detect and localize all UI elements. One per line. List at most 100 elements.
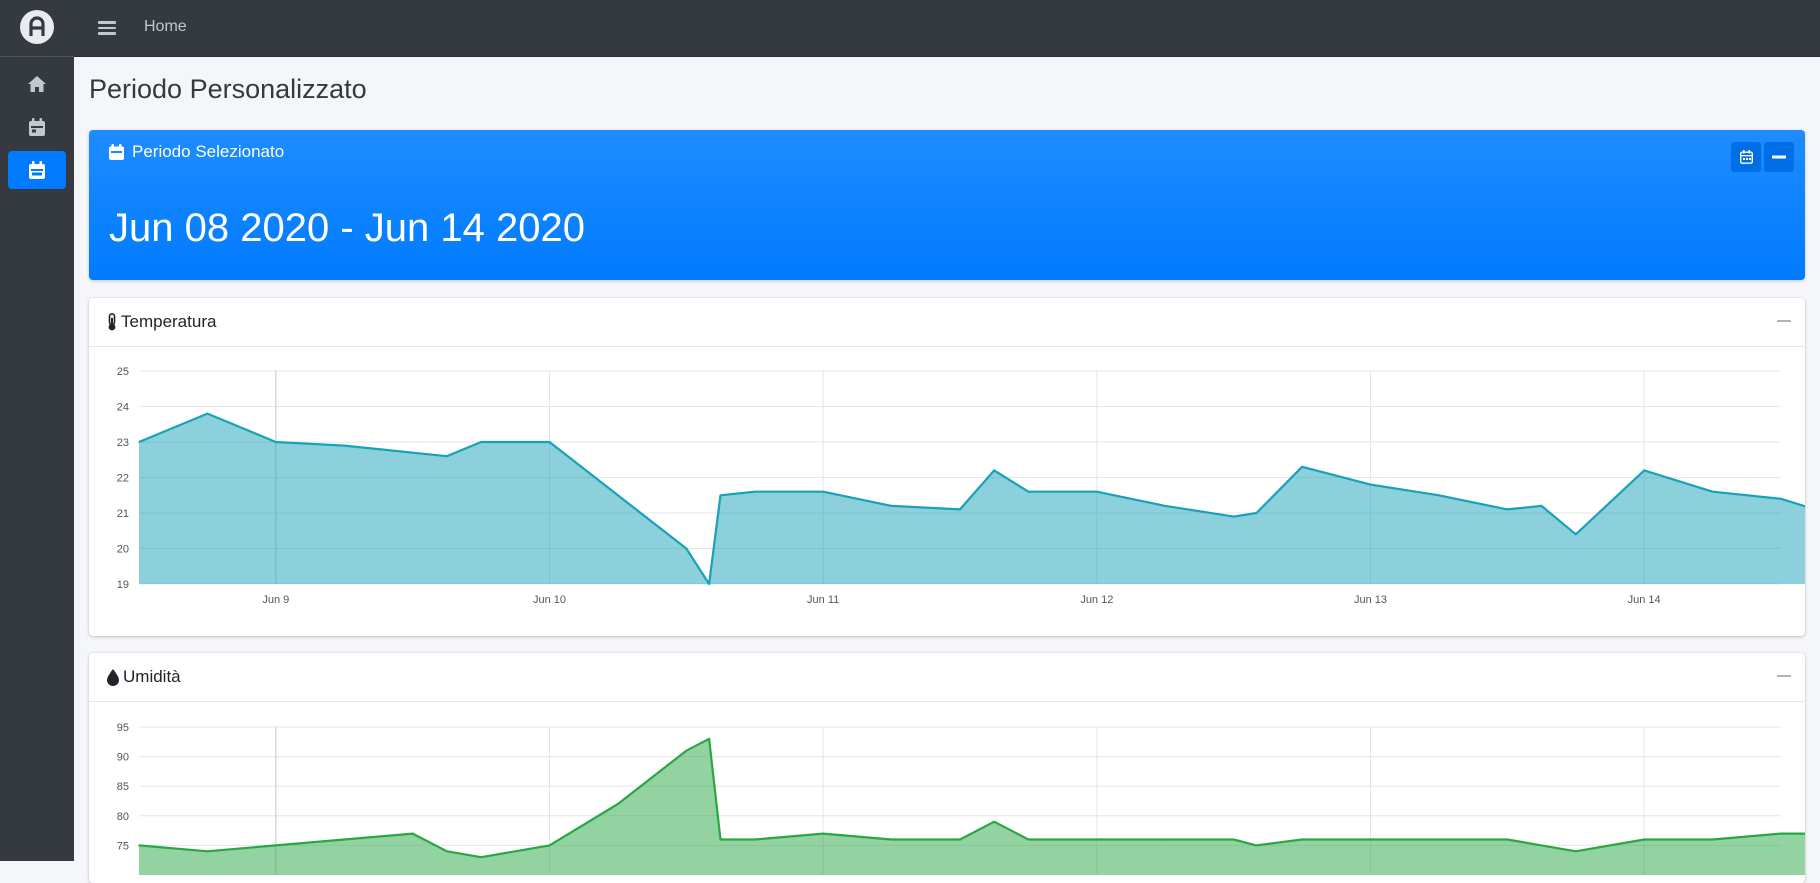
- home-icon: [28, 76, 46, 92]
- data-point: [1255, 512, 1258, 514]
- temperature-chart: 25 24 23 22 21 20 19 Jun 9 Jun 10 Jun 11 Jun 12 Jun…: [117, 366, 1805, 606]
- data-point: [411, 832, 414, 835]
- data-point: [1506, 838, 1509, 841]
- x-tick-label: Jun 11: [807, 594, 839, 606]
- x-tick-label: Jun 12: [1080, 594, 1113, 606]
- date-picker-button[interactable]: [1731, 142, 1761, 172]
- y-tick-label: 85: [117, 781, 129, 793]
- period-card-header: Periodo Selezionato: [109, 142, 284, 162]
- data-point: [1255, 844, 1258, 847]
- data-point: [1232, 838, 1235, 841]
- data-point: [719, 494, 722, 497]
- y-tick-label: 25: [117, 366, 129, 378]
- data-point: [548, 844, 551, 847]
- data-point: [275, 441, 277, 443]
- brand-logo-icon[interactable]: [20, 10, 54, 44]
- data-point: [822, 832, 824, 835]
- y-tick-label: 95: [117, 722, 129, 734]
- data-point: [206, 850, 209, 853]
- selected-period-value: Jun 08 2020 - Jun 14 2020: [109, 206, 585, 250]
- droplet-icon: [107, 668, 119, 686]
- top-navbar: Home: [74, 0, 1820, 57]
- data-point: [959, 838, 961, 841]
- data-point: [1540, 505, 1543, 507]
- data-point: [993, 469, 996, 472]
- data-point: [685, 547, 688, 550]
- data-point: [685, 749, 688, 752]
- data-point: [1780, 498, 1782, 500]
- data-point: [1096, 490, 1098, 493]
- data-point: [1369, 483, 1372, 486]
- data-point: [275, 844, 277, 847]
- data-point: [446, 850, 448, 853]
- home-link[interactable]: Home: [144, 18, 187, 36]
- series-area: [139, 738, 1805, 875]
- data-point: [514, 441, 517, 443]
- humidity-card-header: Umidità: [89, 653, 1805, 702]
- data-point: [1438, 494, 1440, 497]
- data-point: [1574, 850, 1577, 853]
- y-tick-label: 23: [117, 437, 129, 449]
- thermometer-icon: [108, 313, 116, 331]
- y-tick-label: 80: [117, 811, 129, 823]
- y-tick-label: 90: [117, 752, 129, 764]
- temperature-card: Temperatura 25 24 23 22 21 20 19 Jun 9 Jun 10 Jun…: [89, 298, 1805, 636]
- minus-icon: [1772, 155, 1786, 159]
- data-point: [617, 803, 619, 805]
- temperature-collapse-button[interactable]: [1777, 320, 1791, 322]
- humidity-card-title: Umidità: [123, 667, 181, 686]
- sidebar: [0, 0, 74, 861]
- data-point: [1369, 838, 1372, 841]
- data-point: [1027, 838, 1030, 841]
- data-point: [753, 490, 756, 493]
- data-point: [206, 412, 209, 415]
- y-tick-label: 24: [117, 402, 129, 414]
- y-tick-label: 20: [117, 544, 129, 556]
- data-point: [1301, 838, 1303, 841]
- selected-period-card: Periodo Selezionato Jun 08 2020 - Jun 14…: [89, 130, 1805, 280]
- menu-toggle-icon[interactable]: [98, 18, 116, 38]
- sidebar-item-home[interactable]: [8, 65, 66, 103]
- data-point: [617, 494, 619, 497]
- data-point: [343, 444, 346, 447]
- calendar-icon: [29, 118, 45, 136]
- data-point: [708, 583, 710, 585]
- y-tick-label: 75: [117, 840, 129, 852]
- y-tick-label: 22: [117, 473, 129, 485]
- calendar-icon: [1739, 150, 1753, 164]
- data-point: [1574, 533, 1577, 536]
- humidity-collapse-button[interactable]: [1777, 675, 1791, 677]
- data-point: [480, 441, 482, 443]
- data-point: [1506, 508, 1509, 511]
- data-point: [343, 838, 346, 841]
- humidity-card: Umidità 9590858075Jun 9Jun 10Jun 11Jun 1…: [89, 653, 1805, 883]
- data-point: [514, 850, 517, 853]
- temperature-card-header: Temperatura: [89, 298, 1805, 347]
- data-point: [890, 505, 893, 507]
- data-point: [1027, 490, 1030, 493]
- sidebar-item-custom-period[interactable]: [8, 151, 66, 189]
- x-tick-label: Jun 9: [262, 594, 289, 606]
- period-card-title: Periodo Selezionato: [132, 142, 285, 161]
- y-tick-label: 21: [117, 508, 129, 520]
- x-tick-label: Jun 10: [533, 594, 566, 606]
- data-point: [753, 838, 756, 841]
- series-area: [139, 413, 1805, 584]
- period-card-collapse-button[interactable]: [1764, 142, 1794, 172]
- data-point: [446, 455, 448, 457]
- data-point: [1096, 838, 1098, 841]
- data-point: [1164, 505, 1167, 507]
- data-point: [1643, 469, 1645, 472]
- data-point: [480, 856, 482, 859]
- data-point: [1643, 838, 1645, 841]
- x-tick-label: Jun 13: [1354, 594, 1387, 606]
- data-point: [548, 441, 551, 443]
- data-point: [1711, 838, 1714, 841]
- y-tick-label: 19: [117, 579, 129, 591]
- sidebar-item-calendar[interactable]: [8, 108, 66, 146]
- data-point: [1780, 832, 1782, 835]
- x-tick-label: Jun 14: [1628, 594, 1661, 606]
- data-point: [890, 838, 893, 841]
- data-point: [1301, 466, 1303, 468]
- data-point: [1164, 838, 1167, 841]
